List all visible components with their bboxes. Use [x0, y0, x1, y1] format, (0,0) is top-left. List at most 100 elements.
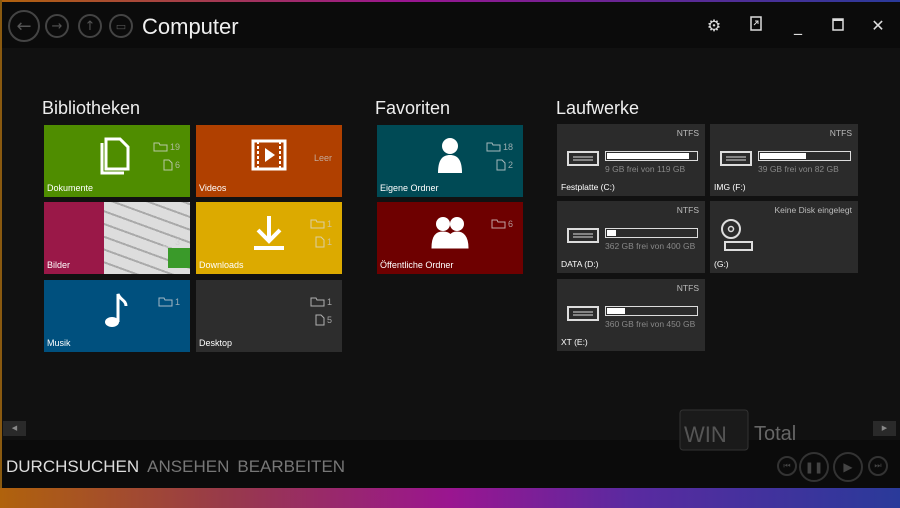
- tile-label: Downloads: [199, 260, 244, 270]
- close-icon: ✕: [871, 16, 885, 35]
- library-tile-desktop[interactable]: 1 5 Desktop: [196, 280, 342, 352]
- drive-usage-bar: [605, 306, 698, 316]
- svg-text:WIN: WIN: [684, 422, 727, 447]
- file-icon: [315, 236, 325, 248]
- play-button[interactable]: ▶: [833, 452, 863, 482]
- file-icon: [163, 236, 173, 248]
- tile-label: Musik: [47, 338, 71, 348]
- drive-tile[interactable]: Keine Disk eingelegt (G:): [710, 201, 858, 273]
- scroll-right-button[interactable]: ▶: [873, 421, 896, 436]
- folder-count: 19: [153, 141, 180, 152]
- library-tile-musik[interactable]: 1 Musik: [44, 280, 190, 352]
- file-count: 3: [163, 236, 180, 248]
- filesystem-label: Keine Disk eingelegt: [774, 205, 853, 215]
- folder-count: 18: [486, 141, 513, 152]
- page-title: Computer: [142, 14, 239, 39]
- file-icon: [315, 314, 325, 326]
- drive-tile[interactable]: NTFS 39 GB frei von 82 GB IMG (F:): [710, 124, 858, 196]
- drive-tile[interactable]: NTFS 360 GB frei von 450 GB XT (E:): [557, 279, 705, 351]
- filesystem-label: NTFS: [829, 128, 852, 138]
- minimize-button[interactable]: _: [788, 16, 808, 36]
- drive-label: XT (E:): [561, 337, 588, 347]
- favorite-tile-1[interactable]: 6 Öffentliche Ordner: [377, 202, 523, 274]
- section-title-favorites: Favoriten: [375, 98, 451, 118]
- close-button[interactable]: ✕: [868, 16, 888, 36]
- favorite-tile-0[interactable]: 18 2 Eigene Ordner: [377, 125, 523, 197]
- file-icon: [163, 159, 173, 171]
- play-icon: ▶: [843, 460, 853, 474]
- pause-icon: ❚❚: [804, 460, 824, 474]
- up-button[interactable]: ↑: [78, 14, 102, 38]
- folder-icon: [310, 219, 325, 229]
- popout-button[interactable]: [746, 16, 766, 36]
- wintotal-logo: WIN Total: [679, 409, 796, 451]
- tile-label: Desktop: [199, 338, 233, 348]
- gear-icon: ⚙: [706, 16, 722, 35]
- menu-ansehen[interactable]: ANSEHEN: [147, 457, 229, 477]
- library-tile-downloads[interactable]: 1 1 Downloads: [196, 202, 342, 274]
- monitor-icon: ▭: [115, 19, 127, 33]
- file-count: 2: [496, 159, 513, 171]
- hard-drive-icon: [567, 306, 599, 321]
- hard-drive-icon: [567, 228, 599, 243]
- drive-tile[interactable]: NTFS 362 GB frei von 400 GB DATA (D:): [557, 201, 705, 273]
- drive-tile[interactable]: NTFS 9 GB frei von 119 GB Festplatte (C:): [557, 124, 705, 196]
- free-space-text: 39 GB frei von 82 GB: [758, 164, 839, 174]
- command-menu: DURCHSUCHEN ANSEHEN BEARBEITEN: [6, 457, 345, 477]
- drive-usage-bar: [758, 151, 851, 161]
- video-icon: [246, 135, 292, 175]
- tile-label: Bilder: [47, 260, 71, 270]
- pause-button[interactable]: ❚❚: [799, 452, 829, 482]
- tile-label: Videos: [199, 183, 227, 193]
- minimize-icon: _: [794, 16, 802, 35]
- forward-button[interactable]: →: [45, 14, 69, 38]
- popout-icon: [750, 16, 762, 31]
- maximize-button[interactable]: [828, 16, 848, 36]
- title-bar: ← → ↑ ▭ Computer ⚙ _ ✕: [2, 2, 900, 48]
- menu-bearbeiten[interactable]: BEARBEITEN: [237, 457, 345, 477]
- folder-count: 1: [158, 296, 180, 307]
- free-space-text: 362 GB frei von 400 GB: [605, 241, 696, 251]
- drive-label: Festplatte (C:): [561, 182, 615, 192]
- library-tile-dokumente[interactable]: 19 6 Dokumente: [44, 125, 190, 197]
- documents-icon: [94, 135, 140, 175]
- file-count: 1: [315, 236, 332, 248]
- file-count: 6: [163, 159, 180, 171]
- section-title-drives: Laufwerke: [556, 98, 640, 118]
- drive-label: (G:): [714, 259, 729, 269]
- users-icon: [427, 212, 473, 252]
- svg-text:Total: Total: [754, 423, 796, 445]
- next-button[interactable]: ⏭: [868, 456, 888, 476]
- optical-drive-icon: [721, 219, 753, 251]
- tile-label: Öffentliche Ordner: [380, 260, 454, 270]
- filesystem-label: NTFS: [676, 283, 699, 293]
- arrow-right-icon: →: [51, 18, 63, 34]
- skip-forward-icon: ⏭: [874, 461, 882, 470]
- previous-button[interactable]: ⏮: [777, 456, 797, 476]
- folder-icon: [158, 297, 173, 307]
- folder-count: 6: [491, 218, 513, 229]
- hard-drive-icon: [720, 151, 752, 166]
- library-tile-bilder[interactable]: 3 Bilder: [44, 202, 190, 274]
- free-space-text: 360 GB frei von 450 GB: [605, 319, 696, 329]
- filesystem-label: NTFS: [676, 205, 699, 215]
- arrow-up-icon: ↑: [84, 18, 96, 34]
- section-title-libraries: Bibliotheken: [42, 98, 141, 118]
- menu-durchsuchen[interactable]: DURCHSUCHEN: [6, 457, 139, 477]
- folder-count: 1: [310, 296, 332, 307]
- computer-button[interactable]: ▭: [109, 14, 133, 38]
- drive-label: IMG (F:): [714, 182, 746, 192]
- skip-back-icon: ⏮: [783, 461, 791, 470]
- status-text: Leer: [313, 153, 332, 163]
- free-space-text: 9 GB frei von 119 GB: [605, 164, 686, 174]
- tile-label: Eigene Ordner: [380, 183, 439, 193]
- back-button[interactable]: ←: [8, 10, 40, 42]
- status-gradient-bar: [0, 488, 900, 508]
- music-note-icon: [94, 290, 140, 330]
- folder-icon: [486, 142, 501, 152]
- library-tile-videos[interactable]: Leer Videos: [196, 125, 342, 197]
- scroll-left-button[interactable]: ◀: [3, 421, 26, 436]
- settings-button[interactable]: ⚙: [704, 16, 724, 36]
- arrow-left-icon: ←: [16, 15, 32, 37]
- drive-usage-bar: [605, 151, 698, 161]
